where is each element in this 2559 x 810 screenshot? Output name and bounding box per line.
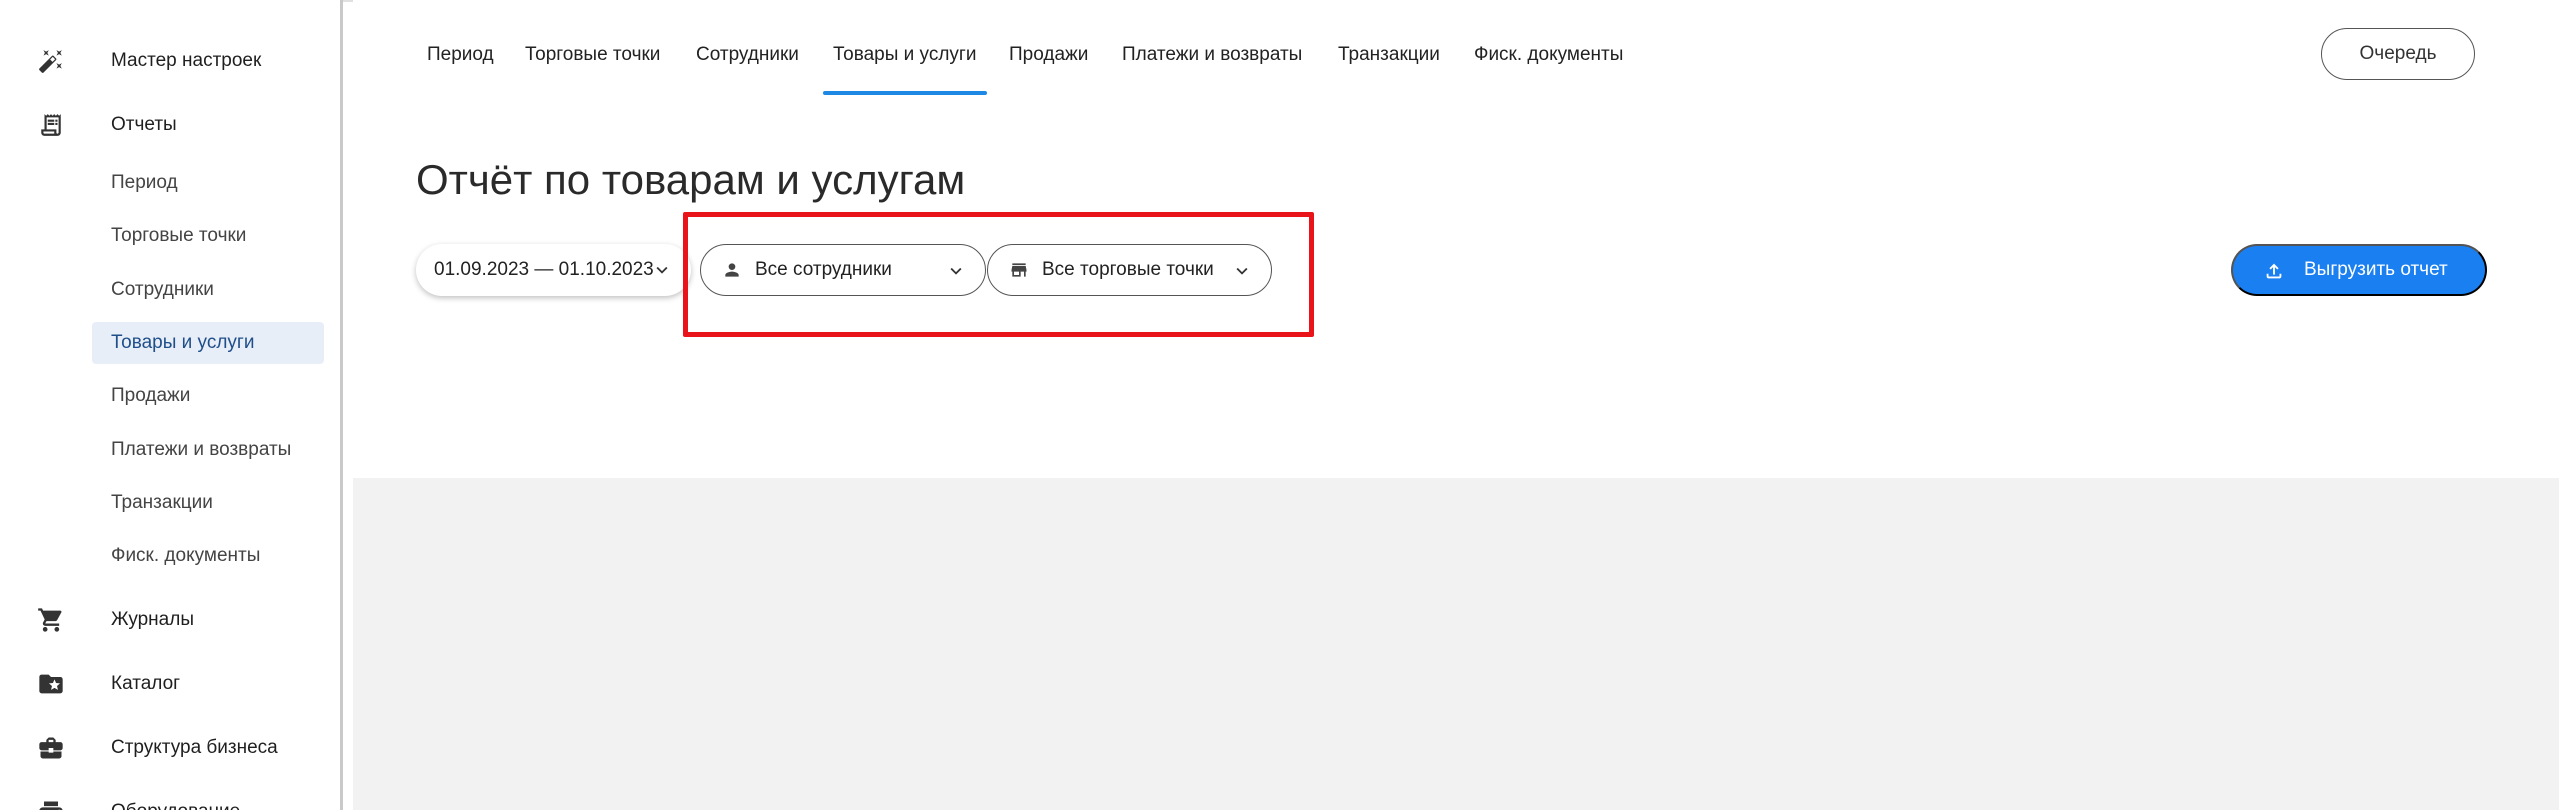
stores-filter-value: Все торговые точки — [1042, 259, 1214, 280]
folder-star-icon — [34, 667, 68, 701]
chevron-down-icon — [1236, 267, 1248, 275]
sidebar-subitem-label: Продажи — [111, 385, 191, 406]
chevron-down-icon — [656, 266, 668, 274]
stores-filter[interactable]: Все торговые точки — [987, 244, 1272, 296]
sidebar-item-business-structure[interactable]: Структура бизнеса — [0, 728, 340, 768]
sidebar-item-equipment[interactable]: Оборудование — [0, 792, 340, 810]
date-range-picker[interactable]: 01.09.2023 — 01.10.2023 — [416, 244, 691, 296]
sidebar-subitem-label: Транзакции — [111, 492, 213, 513]
sidebar-item-setup-wizard[interactable]: Мастер настроек — [0, 41, 340, 81]
date-range-value: 01.09.2023 — 01.10.2023 — [434, 259, 654, 280]
app-root: Мастер настроек Отчеты Период Торговые т… — [0, 0, 2559, 810]
tab-goods-services[interactable]: Товары и услуги — [833, 44, 976, 66]
printer-icon — [34, 795, 68, 810]
receipt-icon — [34, 108, 68, 142]
sidebar-item-label: Оборудование — [111, 801, 240, 810]
sidebar-subitem-label: Торговые точки — [111, 225, 247, 246]
magic-wand-icon — [34, 44, 68, 78]
employees-filter-value: Все сотрудники — [755, 259, 892, 280]
employees-filter[interactable]: Все сотрудники — [700, 244, 986, 296]
sidebar-item-label: Структура бизнеса — [111, 737, 278, 758]
sidebar-subitem-fiscal-docs[interactable]: Фиск. документы — [92, 535, 324, 577]
sidebar-subitem-label: Фиск. документы — [111, 545, 261, 566]
sidebar-gutter — [343, 0, 353, 810]
sidebar-subitem-employees[interactable]: Сотрудники — [92, 269, 324, 311]
sidebar-subitem-label: Период — [111, 172, 178, 193]
export-report-label: Выгрузить отчет — [2304, 259, 2448, 280]
sidebar-item-reports[interactable]: Отчеты — [0, 105, 340, 145]
sidebar-item-label: Отчеты — [111, 114, 177, 135]
export-report-button[interactable]: Выгрузить отчет — [2231, 244, 2487, 296]
briefcase-icon — [34, 731, 68, 765]
sidebar-subitem-payments-returns[interactable]: Платежи и возвраты — [92, 429, 324, 471]
sidebar-item-label: Журналы — [111, 609, 194, 630]
tab-fiscal-docs[interactable]: Фиск. документы — [1474, 44, 1623, 66]
queue-button[interactable]: Очередь — [2321, 28, 2475, 80]
sidebar-item-label: Мастер настроек — [111, 50, 262, 71]
sidebar-item-catalog[interactable]: Каталог — [0, 664, 340, 704]
sidebar-subitem-goods-services[interactable]: Товары и услуги — [92, 322, 324, 364]
tab-stores[interactable]: Торговые точки — [525, 44, 660, 66]
tab-payments-returns[interactable]: Платежи и возвраты — [1122, 44, 1302, 66]
store-icon — [1008, 259, 1030, 281]
tab-employees[interactable]: Сотрудники — [696, 44, 799, 66]
sidebar-item-label: Каталог — [111, 673, 181, 694]
sidebar-subitem-label: Платежи и возвраты — [111, 439, 292, 460]
person-icon — [721, 259, 743, 281]
upload-icon — [2266, 263, 2282, 279]
sidebar: Мастер настроек Отчеты Период Торговые т… — [0, 0, 343, 810]
chevron-down-icon — [950, 267, 962, 275]
sidebar-subitem-transactions[interactable]: Транзакции — [92, 482, 324, 524]
cart-icon — [34, 603, 68, 637]
sidebar-subitem-stores[interactable]: Торговые точки — [92, 215, 324, 257]
main-panel: Период Торговые точки Сотрудники Товары … — [353, 0, 2559, 478]
page-title: Отчёт по товарам и услугам — [416, 156, 966, 203]
tab-transactions[interactable]: Транзакции — [1338, 44, 1440, 66]
sidebar-subitem-label: Товары и услуги — [111, 332, 255, 353]
sidebar-subitem-label: Сотрудники — [111, 279, 214, 300]
sidebar-item-journals[interactable]: Журналы — [0, 600, 340, 640]
tab-sales[interactable]: Продажи — [1009, 44, 1088, 66]
sidebar-subitem-period[interactable]: Период — [92, 162, 324, 204]
sidebar-subitem-sales[interactable]: Продажи — [92, 375, 324, 417]
active-tab-indicator — [823, 91, 987, 95]
tab-period[interactable]: Период — [427, 44, 494, 66]
